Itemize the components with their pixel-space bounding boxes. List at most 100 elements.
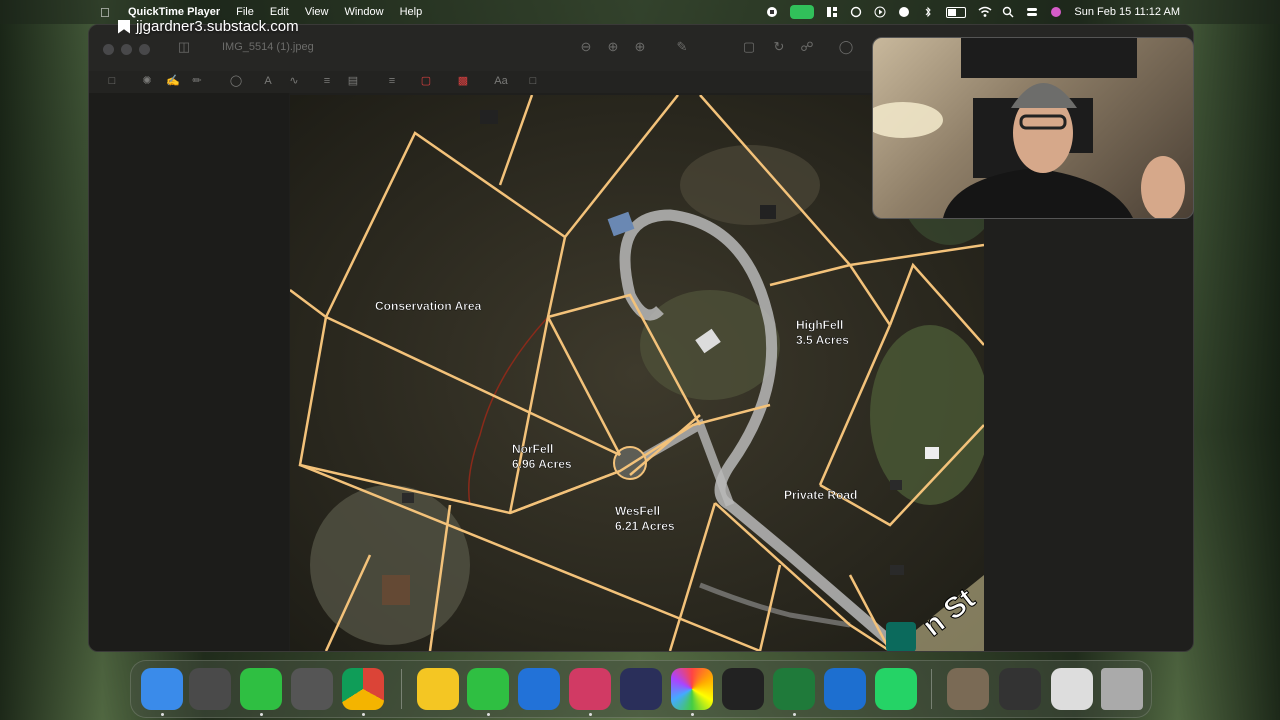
menu-edit[interactable]: Edit	[270, 6, 289, 18]
launchpad-icon[interactable]	[189, 668, 231, 710]
paddock	[382, 575, 410, 605]
image-thumb-icon[interactable]	[947, 668, 989, 710]
house-rooftop	[890, 565, 904, 575]
shapes-icon[interactable]: ◯	[229, 74, 243, 88]
running-indicator	[589, 713, 592, 716]
clearing	[680, 145, 820, 225]
label-norfell-name: NorFell	[512, 442, 553, 456]
battery-icon[interactable]	[946, 6, 967, 18]
house-rooftop	[890, 480, 902, 490]
running-indicator	[487, 713, 490, 716]
sketch-icon[interactable]: ✍	[166, 74, 180, 88]
app-menu[interactable]: QuickTime Player	[128, 6, 220, 18]
substack-bookmark-icon	[118, 19, 130, 34]
sidebar-toggle-icon[interactable]: ◫	[176, 39, 192, 55]
dock-icon[interactable]	[826, 6, 838, 18]
spark-icon[interactable]	[722, 668, 764, 710]
apple-menu-icon[interactable]: 	[100, 5, 114, 20]
sync-status-icon[interactable]	[850, 6, 862, 18]
dock-separator	[401, 669, 402, 709]
adjust-size-icon[interactable]: ▤	[346, 74, 360, 88]
chrome-icon[interactable]	[342, 668, 384, 710]
house-rooftop	[760, 205, 776, 219]
text-icon[interactable]: A	[261, 74, 275, 88]
person-beanie	[1011, 83, 1077, 108]
close-window-button[interactable]	[103, 44, 114, 55]
webcam-overlay[interactable]	[872, 37, 1194, 219]
phone-icon[interactable]	[467, 668, 509, 710]
status-area: Sun Feb 15 11:12 AM	[766, 0, 1180, 24]
bluetooth-icon[interactable]	[922, 6, 934, 18]
control-center-icon[interactable]	[1026, 6, 1038, 18]
whatsapp-icon[interactable]	[875, 668, 917, 710]
quicktime-icon[interactable]	[824, 668, 866, 710]
rocket-icon[interactable]	[569, 668, 611, 710]
running-indicator	[793, 713, 796, 716]
photos-icon[interactable]	[671, 668, 713, 710]
share-icon[interactable]: ☍	[799, 39, 815, 55]
label-highfell-acres: 3.5 Acres	[796, 333, 849, 347]
rect-select-icon[interactable]: □	[105, 74, 119, 88]
draw-icon[interactable]: ✏	[190, 74, 204, 88]
map-pin-icon	[886, 622, 916, 651]
plan-thumb-icon[interactable]	[1051, 668, 1093, 710]
label-conservation-area: Conservation Area	[375, 299, 482, 313]
zoom-fit-icon[interactable]: ⊕	[632, 39, 648, 55]
markup-pen-icon[interactable]: ✎	[674, 39, 690, 55]
running-indicator	[362, 713, 365, 716]
menubar-clock[interactable]: Sun Feb 15 11:12 AM	[1074, 6, 1180, 18]
label-wesfell-acres: 6.21 Acres	[615, 519, 675, 533]
recording-icon[interactable]	[291, 668, 333, 710]
house-rooftop	[480, 110, 498, 124]
sign-icon[interactable]: ∿	[287, 74, 301, 88]
trash-icon[interactable]	[1101, 668, 1143, 710]
running-indicator	[691, 713, 694, 716]
siri-icon[interactable]	[1050, 6, 1062, 18]
zoom-in-icon[interactable]: ⊕	[605, 39, 621, 55]
excel-icon[interactable]	[773, 668, 815, 710]
dock-separator	[931, 669, 932, 709]
menu-view[interactable]: View	[305, 6, 329, 18]
house-rooftop	[402, 493, 414, 503]
vpn-icon[interactable]	[898, 6, 910, 18]
zoom-out-icon[interactable]: ⊖	[578, 39, 594, 55]
screen-recording-icon[interactable]	[790, 5, 815, 19]
crop-icon[interactable]: ▢	[741, 39, 757, 55]
person-hand	[1141, 156, 1185, 218]
sync-icon[interactable]	[518, 668, 560, 710]
text-style-icon[interactable]: Aa	[494, 74, 508, 88]
house-rooftop	[925, 447, 939, 459]
clearing	[310, 485, 470, 645]
terminal-thumb-icon[interactable]	[999, 668, 1041, 710]
notes-icon[interactable]	[417, 668, 459, 710]
fill-color-icon[interactable]: ▩	[456, 74, 470, 88]
running-indicator	[260, 713, 263, 716]
wifi-icon[interactable]	[978, 6, 992, 18]
menu-file[interactable]: File	[236, 6, 254, 18]
label-wesfell-name: WesFell	[615, 504, 660, 518]
label-norfell-acres: 6.96 Acres	[512, 457, 572, 471]
border-style-icon[interactable]: ≡	[385, 74, 399, 88]
label-private-road: Private Road	[784, 488, 857, 502]
arc-icon[interactable]	[620, 668, 662, 710]
wall-art-frame	[961, 38, 1137, 78]
record-stop-icon[interactable]	[766, 6, 778, 18]
lamp	[873, 102, 943, 138]
play-icon[interactable]	[874, 6, 886, 18]
annotate-icon[interactable]: □	[526, 74, 540, 88]
instant-alpha-icon[interactable]: ✺	[140, 74, 154, 88]
running-indicator	[161, 713, 164, 716]
document-title[interactable]: IMG_5514 (1).jpeg	[222, 41, 314, 53]
search-doc-icon[interactable]: ◯	[838, 39, 854, 55]
rotate-icon[interactable]: ↻	[771, 39, 787, 55]
zoom-window-button[interactable]	[139, 44, 150, 55]
search-icon[interactable]	[1002, 6, 1014, 18]
adjust-color-icon[interactable]: ≡	[320, 74, 334, 88]
border-color-icon[interactable]: ▢	[419, 74, 433, 88]
minimize-window-button[interactable]	[121, 44, 132, 55]
person-torso	[943, 168, 1133, 218]
menu-window[interactable]: Window	[344, 6, 383, 18]
menu-help[interactable]: Help	[400, 6, 423, 18]
messages-icon[interactable]	[240, 668, 282, 710]
finder-icon[interactable]	[141, 668, 183, 710]
